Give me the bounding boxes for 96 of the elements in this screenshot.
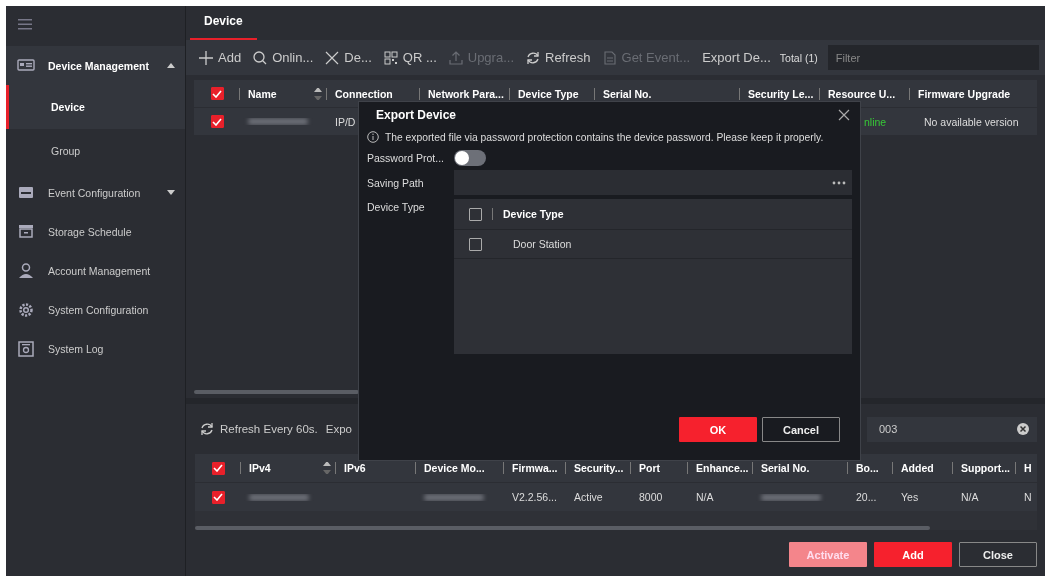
column-header[interactable]: Firmware Upgrade [918,87,1011,100]
storage-icon [17,222,35,241]
close-button[interactable] [836,107,852,123]
table-cell: N/A [961,491,979,503]
upload-icon [448,50,463,65]
cancel-button[interactable]: Cancel [762,417,840,442]
redacted-text [248,118,308,125]
toolbar-button[interactable]: De... [320,50,377,65]
checkbox[interactable] [469,207,482,221]
column-header[interactable]: IPv4 [249,462,271,474]
refresh-icon [526,50,540,65]
primary-button[interactable]: Add [874,542,952,567]
path-field[interactable] [454,170,852,195]
search-field[interactable]: 003 [867,416,1037,442]
column-header[interactable]: Name [248,87,277,100]
notice-text: The exported file via password protection contains the device password. Please keep it properly. [385,131,824,143]
table-cell: IP/D [335,115,356,128]
table-cell: V2.2.56... [512,491,557,503]
column-header[interactable]: IPv6 [344,462,366,474]
sidebar-item[interactable]: Account Management [6,251,185,290]
settings-icon [17,300,35,319]
scrollbar[interactable] [194,390,359,394]
table-cell: 20... [856,491,877,503]
checkbox[interactable] [469,237,482,251]
checkbox[interactable] [211,461,225,475]
search-icon [253,50,268,65]
sidebar-item[interactable]: Group [6,129,185,173]
person-icon [17,261,35,280]
menu-icon [18,19,32,30]
checkbox[interactable] [211,490,225,504]
table-cell: 8000 [639,491,663,503]
refresh-label: Refresh Every 60s. [200,422,318,436]
sidebar-item[interactable]: Storage Schedule [6,212,185,251]
column-header[interactable]: Network Para... [428,87,504,100]
toolbar-button[interactable]: Onlin... [248,50,319,65]
table-cell: N/A [696,491,714,503]
column-header[interactable]: Port [639,462,660,474]
sidebar-item[interactable]: Device [6,85,185,129]
sidebar-item[interactable]: System Log [6,329,185,368]
field-label: Saving Path [367,176,425,189]
column-header[interactable]: Bo... [856,462,879,474]
column-header[interactable]: Serial No. [603,87,652,100]
list-item[interactable]: Door Station [492,238,572,250]
table-cell: Active [574,491,603,503]
sidebar-item[interactable]: System Configuration [6,290,185,329]
column-header[interactable]: Device Type [518,87,579,100]
scrollbar[interactable] [195,526,930,530]
field-label: Password Prot... [367,152,446,164]
column-header[interactable]: Device Mo... [424,462,485,474]
info-icon [367,131,379,143]
checkbox[interactable] [210,87,224,100]
sort-icon [323,462,331,474]
column-header[interactable]: Serial No. [761,462,810,474]
column-header[interactable]: H [1024,462,1032,474]
caret-down-icon [167,190,175,195]
refresh-icon [200,422,214,436]
toolbar-button[interactable]: Add [194,50,247,65]
export-button[interactable]: Expo [325,423,352,435]
total-count: Total (1) [779,51,818,64]
column-header[interactable]: Security Le... [748,87,814,100]
toolbar-button[interactable]: Export De... [697,50,776,65]
column-header[interactable]: Connection [335,87,393,100]
toolbar-button[interactable]: Refresh [521,50,596,65]
column-header[interactable]: Security... [574,462,624,474]
column-header[interactable]: Firmwa... [512,462,558,474]
close-icon [325,50,340,65]
toolbar-button[interactable]: QR ... [378,50,442,65]
sidebar-item[interactable]: Device Management [6,46,185,85]
column-header[interactable]: Added [901,462,934,474]
sidebar-item[interactable]: Event Configuration [6,173,185,212]
document-icon [602,50,617,65]
toggle-switch[interactable] [454,150,486,166]
plus-icon [199,50,213,65]
sort-icon [314,87,322,100]
table-cell-text: No available version [923,115,1019,128]
redacted-text [249,493,309,501]
status-text: nline [863,115,887,128]
checkbox[interactable] [210,115,224,128]
caret-up-icon [167,63,175,68]
table-cell: Yes [901,491,919,503]
redacted-text [761,493,821,501]
field-label: Device Type [367,200,426,213]
secondary-button[interactable]: Close [959,542,1037,567]
column-header[interactable]: Enhance... [696,462,749,474]
column-header[interactable]: Device Type [492,208,564,220]
log-icon [17,339,35,358]
more-icon [832,180,846,185]
redacted-text [424,493,484,501]
table-cell: N [1024,491,1032,503]
column-header[interactable]: Resource U... [828,87,896,100]
qr-code-icon [383,50,398,65]
dialog-title: Export Device [376,108,457,122]
ok-button[interactable]: OK [679,417,757,442]
clear-icon [1017,423,1029,435]
filter-field[interactable]: Filter [827,45,1039,70]
column-header[interactable]: Support... [961,462,1010,474]
